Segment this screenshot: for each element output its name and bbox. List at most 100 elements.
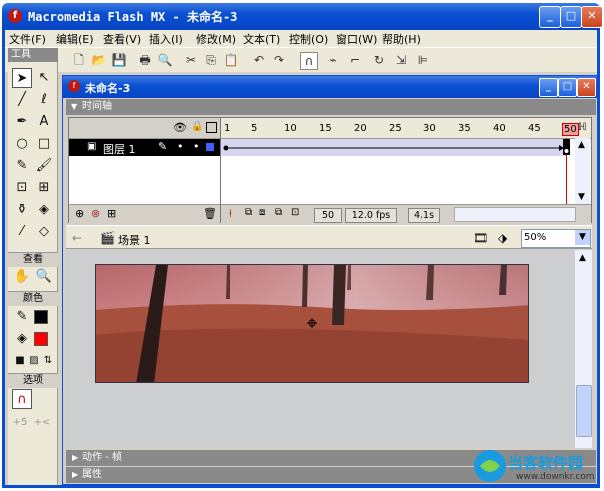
print-icon[interactable]: 🖶 <box>137 52 153 68</box>
edit-scene-icon[interactable]: 🎞 <box>473 231 488 245</box>
scroll-up-icon[interactable]: ▲ <box>579 253 586 263</box>
rotate-icon[interactable]: ↻ <box>371 52 387 68</box>
maximize-button[interactable]: □ <box>560 6 582 28</box>
fill-color-swatch[interactable] <box>34 332 48 346</box>
menu-modify[interactable]: 修改(M) <box>196 31 236 47</box>
brush-tool-icon[interactable]: 🖌 <box>34 156 54 176</box>
timeline-vertical-scrollbar[interactable]: ▲ ▼ <box>575 138 590 204</box>
scroll-thumb[interactable] <box>576 385 592 437</box>
arrow-tool-icon[interactable]: ➤ <box>12 68 32 88</box>
lock-dot-icon[interactable]: • <box>193 140 200 153</box>
visible-dot-icon[interactable]: • <box>177 140 184 153</box>
free-transform-tool-icon[interactable]: ⊡ <box>12 178 32 198</box>
outline-icon[interactable] <box>206 122 217 133</box>
trash-icon[interactable]: 🗑 <box>203 207 217 220</box>
keyframe-span[interactable] <box>221 139 566 156</box>
stage-vertical-scrollbar[interactable]: ▲ <box>575 250 592 448</box>
collapse-arrow-icon: ▼ <box>71 102 78 111</box>
doc-minimize-button[interactable]: _ <box>539 78 558 97</box>
ink-bottle-tool-icon[interactable]: ⚱ <box>12 200 32 220</box>
edit-multiple-frames-icon[interactable]: ⧉ <box>275 207 282 218</box>
fill-transform-tool-icon[interactable]: ⊞ <box>34 178 54 198</box>
new-icon[interactable]: 🗋 <box>71 52 87 68</box>
text-tool-icon[interactable]: A <box>34 112 54 132</box>
doc-maximize-button[interactable]: □ <box>558 78 577 97</box>
pencil-tool-icon[interactable]: ✎ <box>12 156 32 176</box>
layer-row[interactable]: ▣ 图层 1 ✎ • • <box>69 139 220 156</box>
paste-icon[interactable]: 📋 <box>223 52 239 68</box>
pencil-icon: ✎ <box>158 140 168 153</box>
open-icon[interactable]: 📂 <box>91 52 107 68</box>
add-folder-icon[interactable]: ⊞ <box>107 207 116 220</box>
paint-bucket-tool-icon[interactable]: ◈ <box>34 200 54 220</box>
zoom-value: 50% <box>524 232 547 243</box>
menu-file[interactable]: 文件(F) <box>9 31 46 47</box>
menu-insert[interactable]: 插入(I) <box>149 31 183 47</box>
zoom-select[interactable]: 50% ▼ <box>521 229 591 248</box>
smooth-option-icon[interactable]: +5 <box>10 413 30 433</box>
stroke-color-swatch[interactable] <box>34 310 48 324</box>
redo-icon[interactable]: ↷ <box>271 52 287 68</box>
snap-magnet-icon[interactable]: ∩ <box>300 52 318 70</box>
menu-edit[interactable]: 编辑(E) <box>56 31 94 47</box>
scroll-up-icon[interactable]: ▲ <box>578 140 585 150</box>
eye-icon[interactable]: 👁 <box>173 121 187 134</box>
scroll-down-icon[interactable]: ▼ <box>578 192 585 202</box>
zoom-tool-icon[interactable]: 🔍 <box>34 267 54 287</box>
subselect-tool-icon[interactable]: ↖ <box>34 68 54 88</box>
back-arrow-icon[interactable]: ← <box>72 231 82 245</box>
straighten-icon[interactable]: ⌐ <box>347 52 363 68</box>
onion-outline-icon[interactable]: ⧈ <box>259 207 265 218</box>
timeline-header[interactable]: ▼ 时间轴 <box>66 99 596 115</box>
copy-icon[interactable]: ⎘ <box>203 52 219 68</box>
center-frame-icon[interactable]: ⍿ <box>229 207 232 221</box>
scene-label[interactable]: 场景 1 <box>118 232 151 248</box>
scale-icon[interactable]: ⇲ <box>393 52 409 68</box>
menu-control[interactable]: 控制(O) <box>289 31 328 47</box>
undo-icon[interactable]: ↶ <box>251 52 267 68</box>
tools-panel: 工具 ➤ ↖ ╱ ℓ ✒ A ○ □ ✎ 🖌 ⊡ ⊞ ⚱ ◈ ⁄ ◇ 查看 ✋ … <box>8 48 58 485</box>
timeline-status-bar: ⍿ ⧉ ⧈ ⧉ ⊡ 50 12.0 fps 4.1s <box>221 204 591 223</box>
menu-help[interactable]: 帮助(H) <box>382 31 421 47</box>
playhead[interactable] <box>563 118 570 204</box>
save-icon[interactable]: 💾 <box>111 52 127 68</box>
straighten-option-icon[interactable]: +< <box>32 413 52 433</box>
stage-image[interactable] <box>95 264 529 383</box>
window-title-bar[interactable]: f Macromedia Flash MX - 未命名-3 _ □ ✕ <box>2 3 603 30</box>
lasso-tool-icon[interactable]: ℓ <box>34 90 54 110</box>
oval-tool-icon[interactable]: ○ <box>12 134 32 154</box>
onion-markers-icon[interactable]: ⊡ <box>291 207 299 218</box>
frame-ruler[interactable]: 1 5 10 15 20 25 30 35 40 45 50 ℍ <box>221 118 591 139</box>
timeline-menu-icon[interactable]: ℍ <box>578 122 587 133</box>
menu-window[interactable]: 窗口(W) <box>336 31 377 47</box>
outline-color-icon[interactable] <box>206 143 214 151</box>
document-title-bar[interactable]: f 未命名-3 _ □ ✕ <box>63 76 597 98</box>
align-icon[interactable]: ⊫ <box>415 52 431 68</box>
edit-symbol-icon[interactable]: ⬗ <box>498 231 507 245</box>
line-tool-icon[interactable]: ╱ <box>12 90 32 110</box>
print-preview-icon[interactable]: 🔍 <box>157 52 173 68</box>
menu-view[interactable]: 查看(V) <box>103 31 141 47</box>
swap-colors-icon[interactable]: ⇅ <box>38 351 58 371</box>
rectangle-tool-icon[interactable]: □ <box>34 134 54 154</box>
menu-text[interactable]: 文本(T) <box>243 31 280 47</box>
add-guide-layer-icon[interactable]: ⊗ <box>91 207 100 220</box>
add-layer-icon[interactable]: ⊕ <box>75 207 84 220</box>
chevron-down-icon[interactable]: ▼ <box>575 230 590 245</box>
doc-close-button[interactable]: ✕ <box>577 78 596 97</box>
onion-skin-icon[interactable]: ⧉ <box>245 207 252 218</box>
hand-tool-icon[interactable]: ✋ <box>12 267 32 287</box>
eraser-tool-icon[interactable]: ◇ <box>34 222 54 242</box>
eyedropper-tool-icon[interactable]: ⁄ <box>12 222 32 242</box>
edit-bar: ← 🎬 场景 1 🎞 ⬗ 50% ▼ <box>66 225 592 249</box>
cut-icon[interactable]: ✂ <box>183 52 199 68</box>
timeline-horizontal-scrollbar[interactable] <box>454 207 576 222</box>
snap-to-objects-icon[interactable]: ∩ <box>12 389 32 409</box>
frame-rate: 12.0 fps <box>345 208 397 223</box>
close-button[interactable]: ✕ <box>581 6 603 28</box>
minimize-button[interactable]: _ <box>539 6 561 28</box>
lock-icon[interactable]: 🔒 <box>191 121 203 132</box>
pen-tool-icon[interactable]: ✒ <box>12 112 32 132</box>
tween-line <box>223 145 564 151</box>
smooth-icon[interactable]: ⌁ <box>325 52 341 68</box>
